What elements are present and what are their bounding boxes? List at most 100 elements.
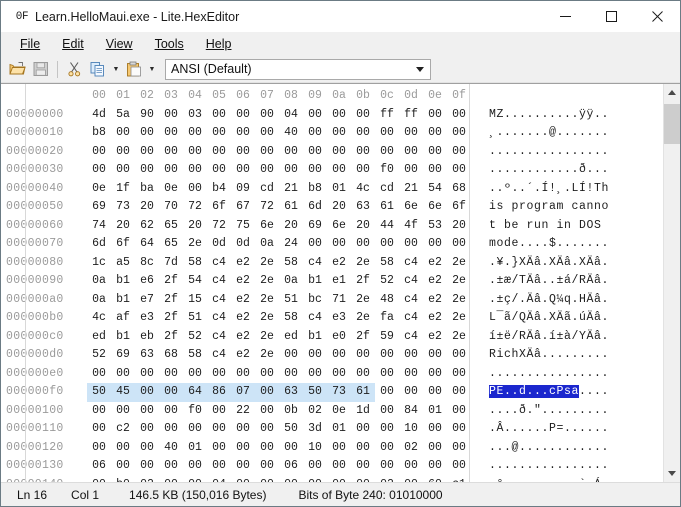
hex-byte-cell[interactable]: 00 [183, 124, 207, 143]
ascii-cell[interactable]: .±ç/.Äâ.Q¼q.HÄâ. [487, 291, 609, 310]
hex-byte-cell[interactable]: 2f [159, 328, 183, 347]
hex-byte-cell[interactable]: 00 [207, 439, 231, 458]
hex-byte-cell[interactable]: c4 [207, 272, 231, 291]
hex-byte-cell[interactable]: 00 [135, 383, 159, 402]
hex-row[interactable]: 00000100 00 00 00 00 f0 00 22 00 0b 02 0e 1d 00 84 01 00… [1, 402, 663, 421]
close-icon[interactable] [634, 1, 680, 32]
hex-byte-cell[interactable]: 00 [351, 235, 375, 254]
hex-byte-cell[interactable]: 00 [279, 365, 303, 384]
hex-byte-cell[interactable]: c4 [399, 328, 423, 347]
menu-item-file[interactable]: File [9, 33, 51, 55]
hex-byte-cell[interactable]: 00 [375, 439, 399, 458]
hex-byte-cell[interactable]: 7d [159, 254, 183, 273]
hex-byte-cell[interactable]: af [111, 309, 135, 328]
hex-byte-cell[interactable]: 00 [327, 161, 351, 180]
hex-byte-cell[interactable]: 52 [183, 328, 207, 347]
ascii-cell[interactable]: .¥.}XÄâ.XÄâ.XÄâ. [487, 254, 609, 273]
hex-byte-cell[interactable]: 58 [375, 254, 399, 273]
hex-byte-cell[interactable]: 00 [327, 476, 351, 483]
hex-byte-cell[interactable]: 75 [231, 217, 255, 236]
hex-byte-cell[interactable]: 00 [303, 124, 327, 143]
hex-row[interactable]: 00000020 00 00 00 00 00 00 00 00 00 00 00 00 00 00 00 00… [1, 143, 663, 162]
hex-row[interactable]: 000000b0 4c af e3 2f 51 c4 e2 2e 58 c4 e3 2e fa c4 e2 2e… [1, 309, 663, 328]
hex-byte-cell[interactable]: c4 [207, 309, 231, 328]
hex-row[interactable]: 00000040 0e 1f ba 0e 00 b4 09 cd 21 b8 01 4c cd 21 54 68… [1, 180, 663, 199]
hex-byte-cell[interactable]: 00 [399, 124, 423, 143]
menu-item-help[interactable]: Help [195, 33, 243, 55]
hex-byte-cell[interactable]: 6f [207, 198, 231, 217]
ascii-cell[interactable]: mode....$....... [487, 235, 609, 254]
hex-byte-cell[interactable]: 2e [447, 272, 471, 291]
hex-byte-cell[interactable]: 64 [135, 235, 159, 254]
hex-byte-cell[interactable]: 72 [207, 217, 231, 236]
hex-byte-cell[interactable]: 00 [447, 124, 471, 143]
ascii-cell[interactable]: ................ [487, 457, 609, 476]
hex-byte-cell[interactable]: 00 [351, 161, 375, 180]
hex-byte-cell[interactable]: 00 [255, 161, 279, 180]
hex-byte-cell[interactable]: 00 [255, 383, 279, 402]
hex-byte-cell[interactable]: c4 [303, 254, 327, 273]
hex-byte-cell[interactable]: 15 [183, 291, 207, 310]
hex-byte-cell[interactable]: 51 [183, 309, 207, 328]
hex-byte-cell[interactable]: 4d [87, 106, 111, 125]
hex-byte-cell[interactable]: 00 [375, 420, 399, 439]
vertical-scrollbar[interactable] [663, 84, 680, 482]
hex-row[interactable]: 000000d0 52 69 63 68 58 c4 e2 2e 00 00 00 00 00 00 00 00… [1, 346, 663, 365]
hex-byte-cell[interactable]: e2 [327, 254, 351, 273]
hex-byte-cell[interactable]: 00 [399, 457, 423, 476]
hex-byte-cell[interactable]: e3 [135, 309, 159, 328]
ascii-cell[interactable]: MZ..........ÿÿ.. [487, 106, 609, 125]
hex-byte-cell[interactable]: 20 [351, 217, 375, 236]
hex-byte-cell[interactable]: 5a [111, 106, 135, 125]
hex-byte-cell[interactable]: 00 [159, 124, 183, 143]
hex-byte-cell[interactable]: 20 [447, 217, 471, 236]
hex-byte-cell[interactable]: 20 [135, 198, 159, 217]
hex-byte-cell[interactable]: 00 [327, 143, 351, 162]
hex-byte-cell[interactable]: 40 [159, 439, 183, 458]
hex-byte-cell[interactable]: c4 [399, 309, 423, 328]
ascii-cell[interactable]: is program canno [487, 198, 609, 217]
hex-byte-cell[interactable]: 00 [159, 383, 183, 402]
hex-byte-cell[interactable]: 2e [255, 309, 279, 328]
hex-byte-cell[interactable]: 44 [375, 217, 399, 236]
hex-byte-cell[interactable]: 69 [303, 217, 327, 236]
hex-byte-cell[interactable]: 21 [399, 180, 423, 199]
hex-byte-cell[interactable]: 00 [231, 161, 255, 180]
hex-byte-cell[interactable]: 58 [279, 309, 303, 328]
hex-byte-cell[interactable]: 6d [303, 198, 327, 217]
hex-byte-cell[interactable]: 00 [423, 420, 447, 439]
hex-byte-cell[interactable]: 0d [231, 235, 255, 254]
hex-byte-cell[interactable]: 00 [447, 420, 471, 439]
hex-byte-cell[interactable]: e2 [231, 309, 255, 328]
hex-byte-cell[interactable]: 20 [111, 217, 135, 236]
ascii-cell[interactable]: í±ë/RÄâ.í±à/YÄâ. [487, 328, 609, 347]
hex-byte-cell[interactable]: 01 [327, 420, 351, 439]
hex-byte-cell[interactable]: 63 [351, 198, 375, 217]
hex-byte-cell[interactable]: 00 [183, 143, 207, 162]
hex-byte-cell[interactable]: 01 [183, 439, 207, 458]
ascii-cell[interactable]: PE..d...cPsa.... [487, 383, 609, 402]
hex-byte-cell[interactable]: 00 [423, 235, 447, 254]
hex-byte-cell[interactable]: 00 [135, 420, 159, 439]
hex-byte-cell[interactable]: 00 [351, 420, 375, 439]
hex-byte-cell[interactable]: 00 [183, 365, 207, 384]
hex-byte-cell[interactable]: 00 [327, 457, 351, 476]
hex-byte-cell[interactable]: 0d [207, 235, 231, 254]
hex-byte-cell[interactable]: 0a [255, 235, 279, 254]
hex-byte-cell[interactable]: 00 [159, 161, 183, 180]
hex-byte-cell[interactable]: 00 [303, 365, 327, 384]
hex-byte-cell[interactable]: a5 [111, 254, 135, 273]
hex-byte-cell[interactable]: 2e [255, 346, 279, 365]
hex-byte-cell[interactable]: 72 [255, 198, 279, 217]
paste-dropdown-icon[interactable]: ▼ [146, 58, 158, 81]
hex-byte-cell[interactable]: 61 [279, 198, 303, 217]
hex-byte-cell[interactable]: 2f [159, 272, 183, 291]
hex-byte-cell[interactable]: e2 [423, 328, 447, 347]
hex-byte-cell[interactable]: 00 [231, 457, 255, 476]
hex-byte-cell[interactable]: c4 [303, 309, 327, 328]
hex-byte-cell[interactable]: 00 [255, 143, 279, 162]
ascii-cell[interactable]: ....ð."......... [487, 402, 609, 421]
hex-byte-cell[interactable]: 09 [231, 180, 255, 199]
hex-byte-cell[interactable]: 00 [447, 402, 471, 421]
hex-byte-cell[interactable]: ed [279, 328, 303, 347]
